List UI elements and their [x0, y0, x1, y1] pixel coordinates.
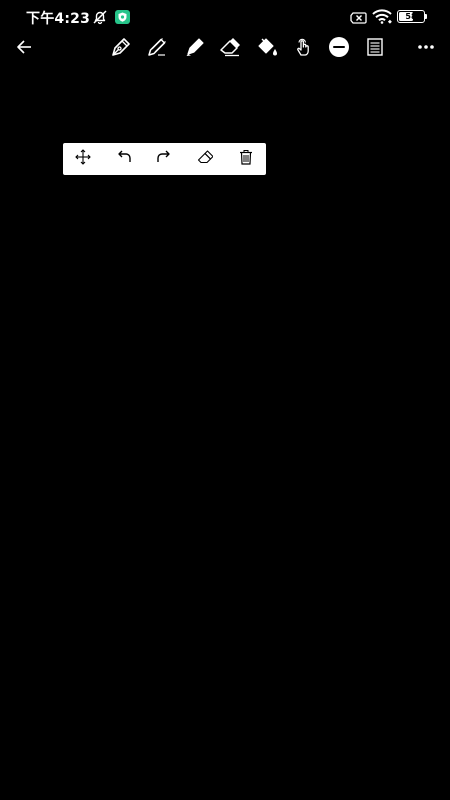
undo-icon [116, 149, 132, 170]
floating-edit-bar [63, 143, 266, 175]
pencil-icon [146, 36, 168, 58]
trash-icon [238, 149, 254, 170]
battery-icon: 58 [397, 10, 425, 23]
undo-button[interactable] [112, 147, 136, 171]
wifi-icon: ◆ [372, 9, 392, 29]
battery-cap [425, 14, 427, 19]
status-time: 下午4:23 [26, 11, 91, 27]
eraser-icon [197, 149, 214, 170]
shield-app-icon [115, 10, 130, 29]
back-button[interactable] [11, 34, 37, 60]
status-bar: 下午4:23 ◆ 58 [0, 0, 450, 34]
marker-tool-button[interactable] [182, 34, 208, 60]
redo-icon [156, 149, 172, 170]
eraser-icon [219, 36, 241, 58]
pencil-tool-button[interactable] [144, 34, 170, 60]
pen-icon [110, 36, 132, 58]
color-swatch [329, 37, 349, 57]
battery-level: 58 [405, 11, 417, 21]
hand-tool-button[interactable] [290, 34, 316, 60]
hand-touch-icon [292, 36, 314, 58]
move-icon [75, 148, 91, 170]
color-picker-button[interactable] [326, 34, 352, 60]
more-icon [416, 37, 436, 57]
fill-bucket-icon [256, 36, 278, 58]
page-icon [365, 37, 385, 57]
alarm-off-icon [92, 9, 108, 30]
more-options-button[interactable] [413, 34, 439, 60]
redo-button[interactable] [152, 147, 176, 171]
erase-selection-button[interactable] [193, 147, 217, 171]
back-arrow-icon [15, 38, 33, 56]
svg-text:◆: ◆ [388, 19, 392, 24]
stroke-width-indicator [333, 45, 345, 49]
delete-button[interactable] [234, 147, 258, 171]
pen-tool-button[interactable] [108, 34, 134, 60]
no-sim-icon [350, 11, 367, 29]
drawing-toolbar [0, 32, 450, 62]
marker-icon [184, 36, 206, 58]
eraser-tool-button[interactable] [217, 34, 243, 60]
drawing-screen: 下午4:23 ◆ 58 [0, 0, 450, 800]
fill-tool-button[interactable] [254, 34, 280, 60]
page-settings-button[interactable] [362, 34, 388, 60]
move-button[interactable] [71, 147, 95, 171]
